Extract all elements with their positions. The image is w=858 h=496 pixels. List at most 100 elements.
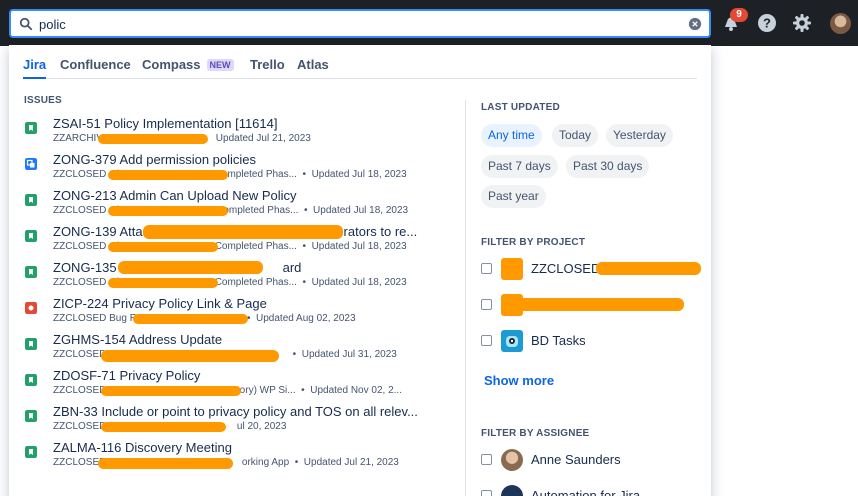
issue-status: Completed Phas... <box>214 241 297 252</box>
filter-chip-today[interactable]: Today <box>552 124 599 147</box>
user-avatar[interactable] <box>830 13 851 34</box>
story-icon <box>25 230 37 242</box>
top-navigation-bar: 9 ? <box>0 0 858 46</box>
filter-chip-any-time[interactable]: Any time <box>481 124 542 147</box>
redaction-mark <box>596 262 701 275</box>
issue-updated: Updated Jul 18, 2023 <box>311 277 407 288</box>
redaction-mark <box>108 170 228 180</box>
issue-row[interactable]: ZSAI-51 Policy Implementation [11614] ZZ… <box>23 116 453 150</box>
issue-title: ZONG-379 Add permission policies <box>53 152 257 167</box>
checkbox[interactable] <box>481 454 492 465</box>
story-icon <box>25 266 37 278</box>
filter-chip-past-7-days[interactable]: Past 7 days <box>481 155 558 178</box>
issue-updated: ul 20, 2023 <box>236 421 287 432</box>
story-icon <box>25 446 37 458</box>
separator-dot: • <box>291 457 302 468</box>
issue-row[interactable]: ZONG-135 Add ard ZZCLOSED Gl Completed Ph… <box>23 260 453 294</box>
issue-updated: Updated Jul 21, 2023 <box>215 133 311 144</box>
issue-updated: Updated Nov 02, 2... <box>310 385 402 396</box>
settings-gear-icon[interactable] <box>792 13 812 33</box>
search-input[interactable] <box>39 14 679 34</box>
redaction-mark <box>143 225 343 239</box>
show-more-link[interactable]: Show more <box>484 373 554 388</box>
story-icon <box>25 374 37 386</box>
product-tabs: Jira Confluence Compass NEW Trello Atlas <box>23 55 697 79</box>
issue-meta: ZZCLOSED Gl S Completed Phas... • Update… <box>53 205 408 216</box>
search-icon <box>19 17 33 31</box>
issue-row[interactable]: ZONG-139 Attach t rators to re... ZZCLOSE… <box>23 224 453 258</box>
issue-project: ZZCLOSED <box>53 385 107 396</box>
issue-project: ZZCLOSED <box>53 349 107 360</box>
tab-compass-label: Compass <box>142 57 201 72</box>
jira-search-page: 9 ? Jira Confluence Compass NEW Trello <box>0 0 858 496</box>
issue-title: ZALMA-116 Discovery Meeting <box>53 440 232 455</box>
separator-dot: • <box>299 169 309 180</box>
issue-meta: ZZCLOSED Gl Completed Phas... • Updated … <box>53 277 407 288</box>
column-divider <box>465 100 466 496</box>
tab-atlas[interactable]: Atlas <box>297 57 329 72</box>
checkbox[interactable] <box>481 335 492 346</box>
checkbox[interactable] <box>481 490 492 496</box>
clear-search-icon[interactable] <box>688 17 702 31</box>
issue-row[interactable]: ZICP-224 Privacy Policy Link & Page ZZCL… <box>23 296 453 330</box>
assignee-label: Anne Saunders <box>531 452 621 467</box>
tab-compass[interactable]: Compass NEW <box>142 57 234 72</box>
issue-meta: ZZCLOSED Gl Completed Phas... • Updated … <box>53 169 407 180</box>
redaction-mark <box>101 386 241 396</box>
filter-chip-past-30-days[interactable]: Past 30 days <box>566 155 650 178</box>
tab-jira[interactable]: Jira <box>23 57 47 79</box>
separator-dot: • <box>298 385 308 396</box>
separator-dot: • <box>301 205 311 216</box>
search-box[interactable] <box>9 9 711 38</box>
checkbox[interactable] <box>481 299 492 310</box>
project-filter-item[interactable]: BD Tasks <box>481 330 701 354</box>
issue-row[interactable]: ZALMA-116 Discovery Meeting ZZCLOSED ork… <box>23 440 453 474</box>
issue-title: ZBN-33 Include or point to privacy polic… <box>53 404 418 419</box>
issue-row[interactable]: ZGHMS-154 Address Update ZZCLOSED • Upda… <box>23 332 453 366</box>
filter-chip-past-year[interactable]: Past year <box>481 185 546 208</box>
separator-dot: • <box>299 241 309 252</box>
issue-title: ZONG-213 Admin Can Upload New Policy <box>53 188 297 203</box>
project-filter-item[interactable]: ZZCLOSED W <box>481 258 701 282</box>
issue-row[interactable]: ZBN-33 Include or point to privacy polic… <box>23 404 453 438</box>
robot-icon <box>506 336 518 347</box>
project-filter-item[interactable] <box>481 294 701 318</box>
issue-updated: Updated Jul 18, 2023 <box>311 241 407 252</box>
issue-updated: Updated Jul 31, 2023 <box>301 349 397 360</box>
issue-row[interactable]: ZONG-213 Admin Can Upload New Policy ZZC… <box>23 188 453 222</box>
checkbox[interactable] <box>481 263 492 274</box>
assignee-filter-item[interactable]: Automation for Jira <box>481 485 701 496</box>
redaction-mark <box>509 298 684 311</box>
issue-row[interactable]: ZDOSF-71 Privacy Policy ZZCLOSED ctory) … <box>23 368 453 402</box>
issue-title: ZICP-224 Privacy Policy Link & Page <box>53 296 267 311</box>
new-badge: NEW <box>206 59 234 71</box>
avatar <box>501 485 523 496</box>
issues-heading: ISSUES <box>24 95 62 106</box>
project-avatar <box>501 258 523 280</box>
avatar <box>501 449 523 471</box>
notification-count-badge: 9 <box>730 8 748 22</box>
story-icon <box>25 338 37 350</box>
issue-updated: Updated Jul 21, 2023 <box>303 457 399 468</box>
issue-title-end: ard <box>282 260 302 275</box>
issue-status: ctory) WP Si... <box>231 385 296 396</box>
issue-row[interactable]: ZONG-379 Add permission policies ZZCLOSE… <box>23 152 453 186</box>
issue-title: ZDOSF-71 Privacy Policy <box>53 368 201 383</box>
help-icon[interactable]: ? <box>757 13 777 33</box>
story-icon <box>25 122 37 134</box>
search-results-dropdown: Jira Confluence Compass NEW Trello Atlas … <box>9 45 711 496</box>
redaction-mark <box>133 314 248 324</box>
issue-updated: Updated Jul 18, 2023 <box>311 169 407 180</box>
filter-chip-yesterday[interactable]: Yesterday <box>606 124 673 147</box>
tab-confluence[interactable]: Confluence <box>60 57 131 72</box>
story-icon <box>25 410 37 422</box>
issue-updated: Updated Jul 18, 2023 <box>313 205 409 216</box>
separator-dot: • <box>299 277 309 288</box>
redaction-mark <box>101 350 279 362</box>
assignee-filter-item[interactable]: Anne Saunders <box>481 449 701 473</box>
tab-trello[interactable]: Trello <box>250 57 285 72</box>
story-icon <box>25 194 37 206</box>
redaction-mark <box>101 422 226 432</box>
redaction-mark <box>98 134 208 144</box>
robot-project-icon <box>501 330 523 352</box>
